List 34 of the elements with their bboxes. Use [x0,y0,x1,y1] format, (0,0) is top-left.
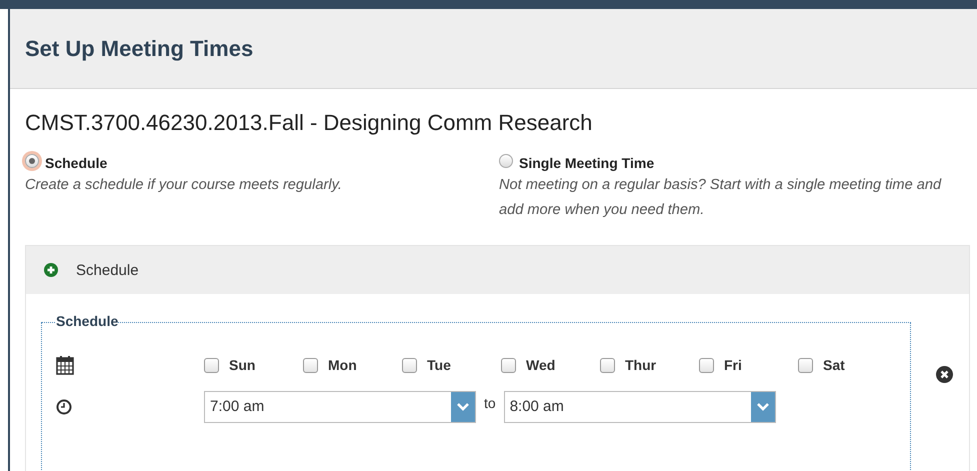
fieldset-legend: Schedule [56,313,118,329]
day-checkbox[interactable] [501,358,516,372]
dialog-title: Set Up Meeting Times [25,36,254,62]
option-label: Single Meeting Time [519,155,654,171]
time-dropdown[interactable]: 8:00 am [504,391,776,423]
day-label: Wed [526,357,556,373]
option-label: Schedule [45,155,108,171]
time-dropdown[interactable]: 7:00 am [204,391,476,423]
course-title: CMST.3700.46230.2013.Fall - Designing Comm Research [25,110,594,136]
radio-button[interactable] [499,154,513,168]
calendar-icon [56,355,74,375]
day-label: Fri [724,357,742,373]
day-label: Sat [823,357,845,373]
day-checkbox[interactable] [699,358,714,372]
day-checkbox[interactable] [798,358,813,372]
range-separator: to [484,395,496,411]
clock-icon [56,399,72,415]
add-schedule-bar[interactable]: Schedule [26,246,969,296]
option-description: Not meeting on a regular basis? Start with a single meeting time and add more when you need them. [499,176,942,220]
day-label: Tue [427,357,451,373]
day-checkbox[interactable] [303,358,318,372]
day-checkbox[interactable] [204,358,219,372]
chevron-down-icon [451,392,475,422]
day-checkbox[interactable] [402,358,417,372]
remove-icon[interactable] [936,366,953,383]
chevron-down-icon [750,392,775,422]
day-label: Thur [625,357,656,373]
radio-button[interactable] [25,154,39,168]
add-schedule-label: Schedule [76,262,139,278]
day-label: Mon [328,357,357,373]
day-label: Sun [229,357,256,373]
day-checkbox[interactable] [600,358,615,372]
option-description: Create a schedule if your course meets regularly. [25,176,343,195]
add-icon [44,263,58,277]
